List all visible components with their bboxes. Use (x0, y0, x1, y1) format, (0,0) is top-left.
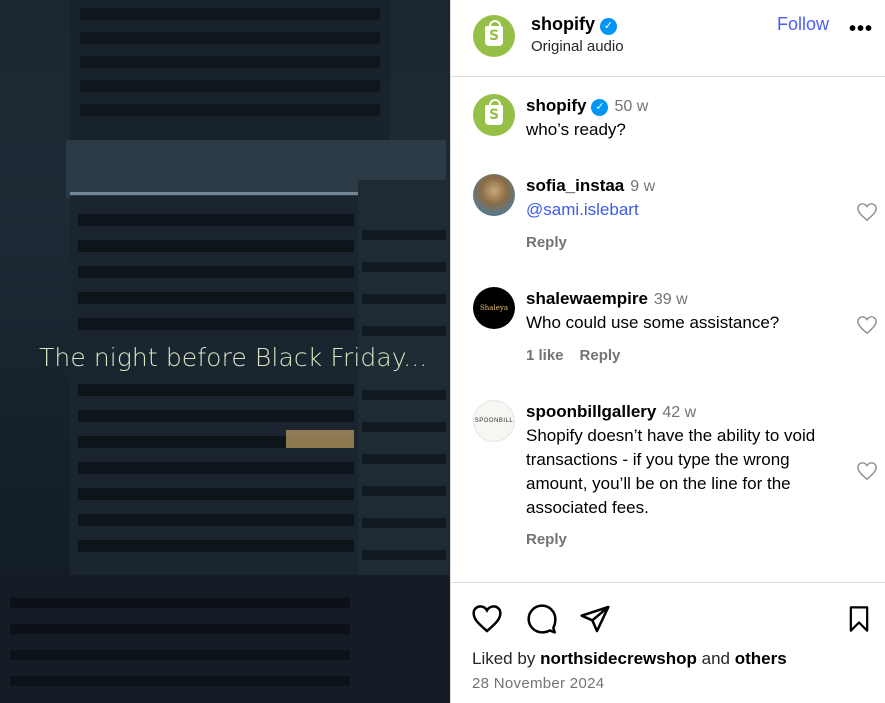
verified-badge-icon: ✓ (600, 18, 618, 35)
liked-by-text: Liked by northsidecrewshop and others (472, 649, 787, 668)
verified-badge-icon: ✓ (591, 99, 609, 116)
user-avatar[interactable] (473, 174, 515, 216)
others-link[interactable]: others (735, 649, 787, 668)
header-username[interactable]: shopify ✓ (531, 14, 618, 35)
post-sidebar: shopify✓ Original audio Follow ••• shopi… (450, 0, 885, 703)
comment-time: 42 w (662, 404, 697, 421)
caption-username[interactable]: shopify ✓ 50 w (526, 96, 648, 116)
post-actions: Liked by northsidecrewshop and others 28… (451, 582, 885, 703)
caption-text: who’s ready? (526, 120, 626, 139)
avatar-logo-text: Shaleya (480, 304, 508, 312)
post-date[interactable]: 28 November 2024 (472, 675, 604, 692)
save-bookmark-icon[interactable] (845, 603, 873, 635)
comment-bubble-icon[interactable] (526, 603, 558, 635)
like-comment-heart-icon[interactable] (856, 315, 878, 335)
comment-text: Shopify doesn’t have the ability to void… (526, 426, 816, 517)
follow-button[interactable]: Follow (777, 14, 829, 35)
comment-mention-link[interactable]: @sami.islebart (526, 198, 846, 222)
reply-button[interactable]: Reply (526, 531, 567, 548)
comment-username[interactable]: shalewaempire 39 w (526, 289, 688, 309)
share-paper-plane-icon[interactable] (579, 603, 611, 635)
more-options-icon[interactable]: ••• (849, 18, 873, 41)
audio-label[interactable]: Original audio (531, 38, 624, 55)
post-header: shopify✓ Original audio Follow ••• (451, 0, 885, 77)
like-comment-heart-icon[interactable] (856, 461, 878, 481)
shopify-avatar[interactable] (473, 94, 515, 136)
like-heart-icon[interactable] (471, 603, 503, 635)
reply-button[interactable]: Reply (526, 234, 567, 251)
user-avatar[interactable]: SPOONBILL (473, 400, 515, 442)
like-comment-heart-icon[interactable] (856, 202, 878, 222)
comment-time: 9 w (630, 178, 656, 195)
user-avatar[interactable]: Shaleya (473, 287, 515, 329)
likes-count[interactable]: 1 like (526, 347, 564, 364)
comment-actions: Reply (526, 234, 583, 251)
post-media[interactable]: The night before Black Friday... (0, 0, 450, 703)
liked-by-user-link[interactable]: northsidecrewshop (540, 649, 697, 668)
media-caption: The night before Black Friday... (39, 343, 428, 372)
caption-time: 50 w (614, 98, 649, 115)
comment-text: Who could use some assistance? (526, 313, 780, 332)
shopify-avatar[interactable] (473, 15, 515, 57)
comment-username[interactable]: spoonbillgallery 42 w (526, 402, 696, 422)
comment-time: 39 w (653, 291, 688, 308)
reply-button[interactable]: Reply (580, 347, 621, 364)
comment-actions: 1 like Reply (526, 347, 636, 364)
comment-username[interactable]: sofia_instaa 9 w (526, 176, 655, 196)
comment-actions: Reply (526, 531, 583, 548)
avatar-logo-text: SPOONBILL (474, 418, 514, 424)
